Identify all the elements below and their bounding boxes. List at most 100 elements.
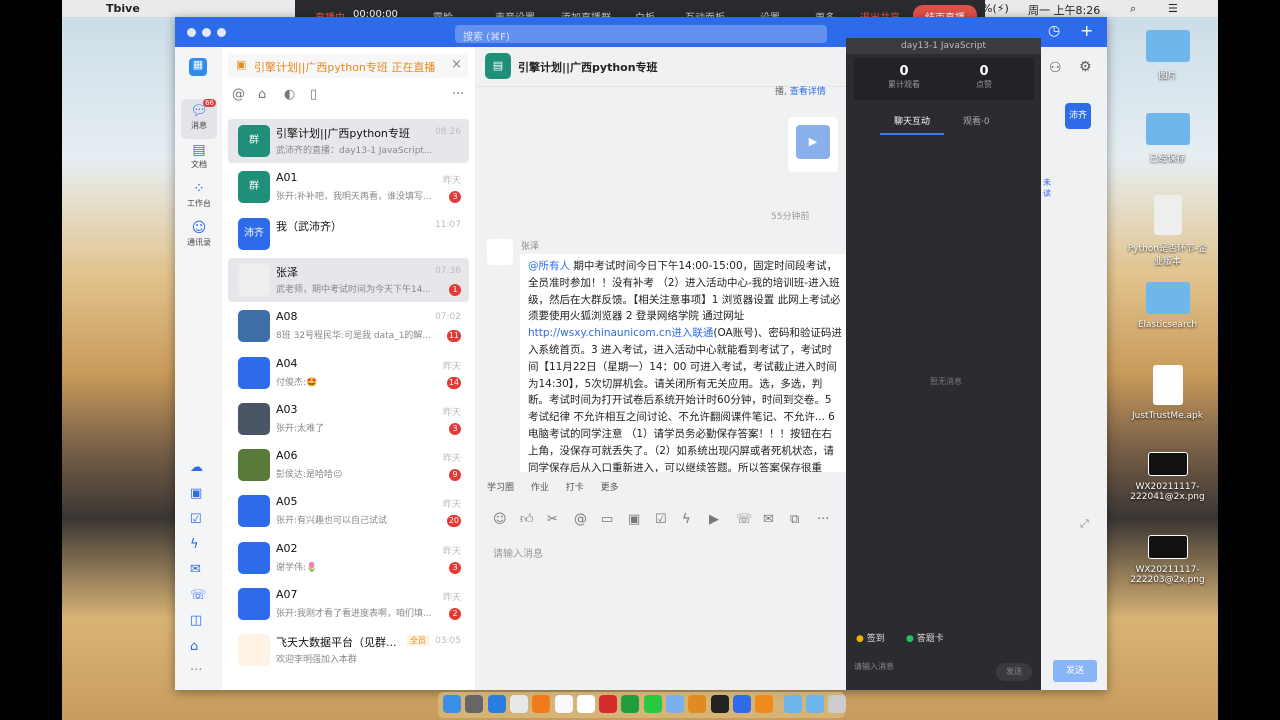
add-member-icon[interactable]: ⚇ <box>1049 60 1062 76</box>
close-icon[interactable]: × <box>451 57 462 72</box>
netease-music-icon[interactable] <box>599 695 618 713</box>
message-link[interactable]: http://wsxy.chinaunicom.cn进入联通 <box>528 327 713 339</box>
unread-link[interactable]: 未读 <box>1043 177 1051 199</box>
terminal-icon[interactable] <box>710 695 729 713</box>
at-filter-icon[interactable]: @ <box>232 87 245 102</box>
settings-icon[interactable]: ⚙ <box>1079 59 1092 75</box>
scissors-icon[interactable]: ✂ <box>547 512 558 527</box>
signin-button[interactable]: ● 签到 <box>856 631 885 644</box>
folder-icon[interactable]: ▭ <box>601 512 613 527</box>
apps-grid-icon[interactable]: ▦ <box>189 58 207 76</box>
screenshot-icon[interactable]: ⧉ <box>790 512 799 527</box>
screen-recorder-icon[interactable] <box>755 695 774 713</box>
typora-icon[interactable] <box>554 695 573 713</box>
conversation-item[interactable]: A08 8班 32号程民华:可是我 data_1的解... 07:02 11 <box>228 304 469 348</box>
rail-item-chat[interactable]: 💬︎ 消息 66 <box>181 99 217 139</box>
unread-filter-icon[interactable]: ◐ <box>284 87 295 102</box>
conversation-item[interactable]: A07 张开:我刚才看了看进度表啊，咱们填... 昨天 2 <box>228 582 469 626</box>
rail-item-contacts[interactable]: ☺ 通讯录 <box>181 216 217 256</box>
cloud-icon[interactable]: ☁ <box>190 460 203 475</box>
at-icon[interactable]: @ <box>574 512 587 527</box>
conversation-item[interactable]: A05 张开:有兴趣也可以自己试试 昨天 20 <box>228 489 469 533</box>
more-icon[interactable]: ··· <box>190 663 202 678</box>
message-input[interactable]: 请输入消息 <box>493 545 833 560</box>
doc-filter-icon[interactable]: ▯ <box>310 87 317 102</box>
menubar-clock[interactable]: 周一 上午8:26 <box>1028 2 1100 18</box>
mention-all[interactable]: @所有人 <box>528 260 570 272</box>
sender-avatar[interactable] <box>487 239 513 265</box>
folder-icon[interactable] <box>783 695 802 713</box>
lightning-icon[interactable]: ϟ <box>682 512 691 527</box>
conversation-item[interactable]: 群 A01 张开:补补吧，我明天再看，谁没填写... 昨天 3 <box>228 165 469 209</box>
feishu-icon[interactable] <box>732 695 751 713</box>
trash-icon[interactable] <box>828 695 847 713</box>
member-avatar[interactable]: 沛齐 <box>1065 103 1091 129</box>
close-window-button[interactable] <box>187 28 196 37</box>
live-icon[interactable]: ▶ <box>709 512 719 527</box>
emoji-icon[interactable]: ☺ <box>493 512 507 527</box>
meeting-icon[interactable]: ◫ <box>190 613 202 628</box>
calendar-icon[interactable] <box>576 695 595 713</box>
rail-item-doc[interactable]: ▤ 文档 <box>181 138 217 178</box>
drive-icon[interactable]: ⌂ <box>190 639 198 654</box>
more-icon[interactable]: ··· <box>452 87 464 102</box>
desktop-icon[interactable]: Elasticsearch <box>1125 282 1210 330</box>
minimize-window-button[interactable] <box>202 28 211 37</box>
desktop-icon[interactable]: 已经保存 <box>1125 113 1210 164</box>
answer-card-button[interactable]: ● 答题卡 <box>906 631 944 644</box>
conversation-item[interactable]: A06 彭侯达:是哈哈😉 昨天 9 <box>228 443 469 487</box>
history-icon[interactable]: ◷ <box>1048 23 1060 39</box>
tab-checkin[interactable]: 打卡 <box>566 483 584 493</box>
control-center-icon[interactable]: ☰ <box>1168 2 1178 15</box>
safari-icon[interactable] <box>487 695 506 713</box>
search-icon[interactable]: ⌕ <box>1130 2 1136 16</box>
mail-icon[interactable]: ✉ <box>190 562 201 577</box>
sublime-icon[interactable] <box>688 695 707 713</box>
view-details-link[interactable]: 查看详情 <box>790 87 826 97</box>
firefox-icon[interactable] <box>532 695 551 713</box>
desktop-icon[interactable]: 图片 <box>1125 30 1210 81</box>
conversation-item[interactable]: 飞天大数据平台（见群... 欢迎李明强加入本群 03:05 全员 <box>228 628 469 672</box>
keynote-icon[interactable] <box>666 695 684 713</box>
wechat-icon[interactable] <box>643 695 662 713</box>
conversation-item[interactable]: A03 张开:太难了 昨天 3 <box>228 397 469 441</box>
rail-item-workbench[interactable]: ⁘ 工作台 <box>181 177 217 217</box>
live-message-input[interactable]: 请输入消息 <box>854 661 894 672</box>
tab-chat-interaction[interactable]: 聊天互动 <box>894 114 930 127</box>
mail-icon[interactable]: ✉ <box>763 512 774 527</box>
chrome-icon[interactable] <box>509 695 528 713</box>
todo-icon[interactable]: ☑ <box>190 512 202 527</box>
group-avatar[interactable]: ▤ <box>485 53 511 79</box>
home-filter-icon[interactable]: ⌂ <box>258 87 266 102</box>
desktop-icon[interactable]: WX20211117-222041@2x.png <box>1125 452 1210 502</box>
search-input[interactable]: 搜索 (⌘F) <box>455 25 827 43</box>
phone-icon[interactable]: ☏ <box>190 588 206 603</box>
send-button[interactable]: 发送 <box>1053 660 1097 682</box>
desktop-icon[interactable]: Python是否环节-企业版本 <box>1125 195 1210 267</box>
finder-icon[interactable] <box>443 695 461 713</box>
add-icon[interactable]: + <box>1080 21 1093 40</box>
expand-icon[interactable]: ⤢ <box>1080 517 1089 531</box>
conversation-item[interactable]: 张泽 武老师，期中考试时间为今天下午14... 07:36 1 <box>228 257 469 302</box>
desktop-icon[interactable]: WX20211117-222203@2x.png <box>1125 535 1210 585</box>
menubar-app-name[interactable]: Tbive <box>106 2 140 15</box>
thumbs-up-icon[interactable]: 👍︎ <box>520 512 534 527</box>
desktop-icon[interactable]: JustTrustMe.apk <box>1125 365 1210 421</box>
todo-icon[interactable]: ☑ <box>655 512 667 527</box>
live-send-button[interactable]: 发送 <box>996 663 1032 681</box>
pycharm-icon[interactable] <box>621 695 640 713</box>
conversation-item[interactable]: A02 谢学伟:🌷 昨天 3 <box>228 536 469 580</box>
conversation-item[interactable]: 沛齐 我（武沛齐） 11:07 <box>228 212 469 256</box>
calendar-icon[interactable]: ▣ <box>190 486 202 501</box>
battery-status[interactable]: %(⚡) <box>982 2 1009 15</box>
launchpad-icon[interactable] <box>465 695 484 713</box>
phone-icon[interactable]: ☏ <box>736 512 752 527</box>
live-card[interactable]: ▶ <box>788 117 838 172</box>
folder-icon[interactable] <box>805 695 824 713</box>
tab-homework[interactable]: 作业 <box>531 483 549 493</box>
conversation-item[interactable]: 群 引擎计划||广西python专班 武沛齐的直播：day13-1 JavaSc… <box>228 119 469 163</box>
tab-viewers[interactable]: 观看·0 <box>963 114 990 127</box>
conversation-item[interactable]: A04 付俊杰:🤩 昨天 14 <box>228 351 469 395</box>
calendar-icon[interactable]: ▣ <box>628 512 640 527</box>
chat-title[interactable]: 引擎计划||广西python专班 <box>518 59 658 75</box>
